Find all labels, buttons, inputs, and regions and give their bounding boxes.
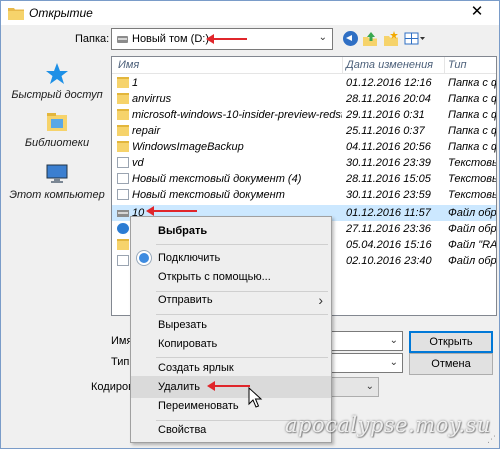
column-name[interactable]: Имя (118, 59, 139, 71)
file-type-select[interactable]: ⌄ (321, 353, 403, 373)
current-folder: Новый том (D:) (132, 33, 209, 45)
chevron-down-icon: ⌄ (389, 357, 398, 368)
encoding-label: Кодиров (91, 381, 134, 393)
list-item[interactable]: anvirrus 28.11.2016 20:04 Папка с фа (112, 91, 496, 107)
context-menu: Выбрать Подключить Открыть с помощью... … (130, 216, 332, 443)
star-icon (46, 63, 68, 84)
chevron-down-icon: ⌄ (318, 32, 327, 43)
folder-label: Папка: (75, 33, 110, 45)
list-item[interactable]: repair 25.11.2016 0:37 Папка с фа (112, 123, 496, 139)
column-type[interactable]: Тип (448, 59, 467, 71)
folder-icon (117, 93, 129, 104)
annotation-arrow-folder (206, 34, 247, 44)
list-item[interactable]: 1 01.12.2016 12:16 Папка с фа (112, 75, 496, 91)
list-item[interactable]: vd 30.11.2016 23:39 Текстовый (112, 155, 496, 171)
chevron-right-icon: › (318, 292, 323, 308)
folder-icon (117, 141, 129, 152)
open-button[interactable]: Открыть (409, 331, 493, 353)
places-bar: Быстрый доступ Библиотеки Этот компьютер (9, 56, 105, 316)
annotation-arrow-file (146, 206, 197, 216)
view-menu-button[interactable] (404, 31, 426, 47)
folder-icon (117, 109, 129, 120)
text-file-icon (117, 255, 129, 266)
list-item[interactable]: Новый текстовый документ (4) 28.11.2016 … (112, 171, 496, 187)
column-date-modified[interactable]: Дата изменения (346, 59, 433, 71)
place-this-pc[interactable]: Этот компьютер (9, 162, 105, 201)
place-libraries[interactable]: Библиотеки (9, 110, 105, 149)
cancel-button[interactable]: Отмена (409, 353, 493, 375)
place-label: Этот компьютер (9, 189, 105, 201)
disk-image-icon (117, 210, 129, 217)
chevron-down-icon: ⌄ (365, 381, 374, 392)
close-button[interactable]: ✕ (455, 1, 499, 23)
menu-item-send-to[interactable]: Отправить › (131, 289, 331, 311)
archive-icon (117, 239, 129, 250)
text-file-icon (117, 189, 129, 200)
place-label: Библиотеки (24, 137, 90, 149)
annotation-arrow-delete (207, 381, 250, 391)
place-quick-access[interactable]: Быстрый доступ (9, 62, 105, 101)
folder-icon (117, 77, 129, 88)
dialog-title: Открытие (29, 6, 93, 20)
title-bar: Открытие ✕ (1, 1, 499, 25)
menu-item-open-with[interactable]: Открыть с помощью... (131, 266, 331, 288)
file-list-header: Имя Дата изменения Тип (112, 57, 496, 74)
computer-icon (46, 164, 68, 183)
new-folder-button[interactable] (383, 31, 399, 47)
watermark-text: apocalypse.moy.su (285, 413, 491, 437)
list-item[interactable]: microsoft-windows-10-insider-preview-red… (112, 107, 496, 123)
menu-item-select[interactable]: Выбрать (131, 220, 331, 242)
drive-icon (117, 36, 128, 43)
folder-icon (8, 8, 24, 20)
libraries-icon (47, 113, 67, 131)
column-divider[interactable] (444, 57, 445, 74)
mouse-cursor-icon (248, 387, 263, 408)
list-item[interactable]: Новый текстовый документ 30.11.2016 23:5… (112, 187, 496, 203)
list-item[interactable]: WindowsImageBackup 04.11.2016 20:56 Папк… (112, 139, 496, 155)
menu-item-copy[interactable]: Копировать (131, 333, 331, 355)
file-name-input[interactable]: ⌄ (321, 331, 403, 351)
text-file-icon (117, 157, 129, 168)
file-type-label: Тип (111, 356, 130, 368)
back-button[interactable] (343, 31, 358, 46)
up-folder-button[interactable] (362, 31, 378, 47)
place-label: Быстрый доступ (11, 89, 103, 101)
mount-icon (137, 251, 151, 265)
text-file-icon (117, 173, 129, 184)
column-divider[interactable] (342, 57, 343, 74)
folder-icon (117, 125, 129, 136)
chevron-down-icon: ⌄ (389, 335, 398, 346)
app-icon (117, 223, 129, 234)
menu-separator (156, 244, 328, 245)
open-file-dialog: Открытие ✕ Папка: Новый том (D:) ⌄ Быстр… (0, 0, 500, 449)
